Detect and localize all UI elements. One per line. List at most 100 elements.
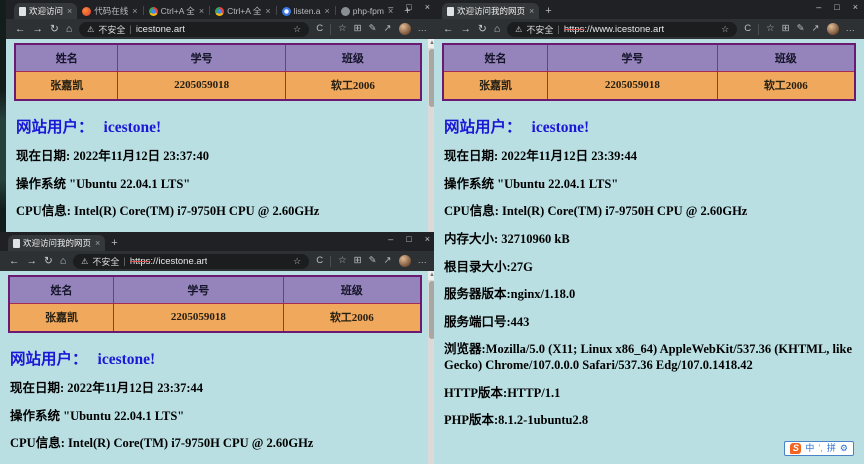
back-button[interactable]: ← (15, 24, 26, 35)
info-os: 操作系统 "Ubuntu 22.04.1 LTS" (10, 409, 422, 425)
tab-ctrl-a-2[interactable]: Ctrl+A 全 × (210, 3, 276, 19)
header-class: 班级 (283, 276, 421, 303)
copilot-icon[interactable]: C (316, 24, 323, 34)
tab-title: 欢迎访问我的网页 (457, 5, 525, 17)
tab-close-icon[interactable]: × (265, 6, 270, 16)
header-student-id: 学号 (118, 44, 285, 71)
close-button[interactable]: × (425, 2, 430, 12)
favorites-icon[interactable]: ☆ (338, 24, 347, 34)
collections-icon[interactable]: ⊞ (354, 256, 362, 266)
refresh-button[interactable]: ↻ (44, 256, 53, 267)
pill-separator: | (129, 24, 131, 35)
share-icon[interactable]: ↗ (384, 256, 392, 266)
info-cpu: CPU信息: Intel(R) Core(TM) i7-9750H CPU @ … (10, 436, 422, 452)
favorite-star-icon[interactable]: ☆ (293, 24, 301, 35)
cell-student-id: 2205059018 (548, 71, 718, 100)
tab-title: 代码在线 (94, 5, 128, 17)
more-menu-button[interactable]: … (846, 24, 856, 34)
tab-close-icon[interactable]: × (132, 6, 137, 16)
info-server-version: 服务器版本:nginx/1.18.0 (444, 287, 856, 303)
document-icon (19, 7, 26, 16)
cell-student-id: 2205059018 (118, 71, 285, 100)
address-bar[interactable]: ⚠ 不安全 | https://icestone.art ☆ (73, 254, 309, 269)
browser-toolbar: ← → ↻ ⌂ ⚠ 不安全 | https://icestone.art ☆ C… (0, 251, 436, 271)
cell-name: 张嘉凯 (15, 71, 118, 100)
home-button[interactable]: ⌂ (494, 24, 500, 35)
forward-button[interactable]: → (27, 256, 38, 267)
favorites-icon[interactable]: ☆ (338, 256, 347, 266)
maximize-button[interactable]: □ (834, 2, 839, 12)
info-os: 操作系统 "Ubuntu 22.04.1 LTS" (16, 177, 422, 193)
capture-icon[interactable]: ✎ (369, 24, 377, 34)
tab-ctrl-a-1[interactable]: Ctrl+A 全 × (144, 3, 210, 19)
back-button[interactable]: ← (9, 256, 20, 267)
not-secure-label: 不安全 (92, 255, 119, 268)
site-user-heading: 网站用户：icestone! (444, 115, 856, 137)
tab-close-icon[interactable]: × (95, 238, 100, 248)
collections-icon[interactable]: ⊞ (354, 24, 362, 34)
tab-title: Ctrl+A 全 (161, 5, 195, 17)
maximize-button[interactable]: □ (406, 2, 411, 12)
close-button[interactable]: × (853, 2, 858, 12)
input-mode-chinese[interactable]: 中 (805, 444, 814, 453)
pinyin-indicator[interactable]: 拼 (827, 444, 836, 453)
share-icon[interactable]: ↗ (812, 24, 820, 34)
more-menu-button[interactable]: … (418, 256, 428, 266)
forward-button[interactable]: → (461, 24, 472, 35)
address-bar[interactable]: ⚠ 不安全 | icestone.art ☆ (79, 22, 309, 37)
tab-close-icon[interactable]: × (199, 6, 204, 16)
capture-icon[interactable]: ✎ (797, 24, 805, 34)
punctuation-toggle[interactable]: ’, (818, 444, 823, 453)
info-server-port: 服务端口号:443 (444, 315, 856, 331)
copilot-icon[interactable]: C (744, 24, 751, 34)
favorites-icon[interactable]: ☆ (766, 24, 775, 34)
forward-button[interactable]: → (33, 24, 44, 35)
document-icon (13, 239, 20, 248)
tab-code-online[interactable]: 代码在线 × (77, 3, 142, 19)
address-bar[interactable]: ⚠ 不安全 | https://www.icestone.art ☆ (507, 22, 737, 37)
pill-separator: | (123, 256, 125, 267)
minimize-button[interactable]: – (388, 2, 393, 12)
tab-title: listen.a (294, 6, 321, 16)
profile-avatar[interactable] (399, 23, 411, 35)
header-name: 姓名 (9, 276, 114, 303)
gear-icon[interactable]: ⚙ (840, 444, 848, 453)
student-table: 姓名 学号 班级 张嘉凯 2205059018 软工2006 (14, 43, 422, 101)
tab-close-icon[interactable]: × (529, 6, 534, 16)
capture-icon[interactable]: ✎ (369, 256, 377, 266)
favorite-star-icon[interactable]: ☆ (293, 256, 301, 267)
favorite-star-icon[interactable]: ☆ (721, 24, 729, 35)
toolbar-separator (758, 24, 759, 35)
header-name: 姓名 (15, 44, 118, 71)
code-site-icon (82, 7, 91, 16)
tab-listen[interactable]: listen.a × (277, 3, 335, 19)
info-date: 现在日期: 2022年11月12日 23:39:44 (444, 149, 856, 165)
tab-title: php-fpm (353, 6, 384, 16)
minimize-button[interactable]: – (816, 2, 821, 12)
sogou-input-bar[interactable]: S 中 ’, 拼 ⚙ (784, 441, 854, 456)
profile-avatar[interactable] (827, 23, 839, 35)
share-icon[interactable]: ↗ (384, 24, 392, 34)
back-button[interactable]: ← (443, 24, 454, 35)
collections-icon[interactable]: ⊞ (782, 24, 790, 34)
copilot-icon[interactable]: C (316, 256, 323, 266)
tab-welcome[interactable]: 欢迎访问我的网页 × (442, 3, 539, 19)
tab-close-icon[interactable]: × (325, 6, 330, 16)
info-http-version: HTTP版本:HTTP/1.1 (444, 386, 856, 402)
new-tab-button[interactable]: + (545, 5, 551, 17)
tab-welcome[interactable]: 欢迎访问 × (14, 3, 77, 19)
profile-avatar[interactable] (399, 255, 411, 267)
more-menu-button[interactable]: … (418, 24, 428, 34)
info-php-version: PHP版本:8.1.2-1ubuntu2.8 (444, 413, 856, 429)
new-tab-button[interactable]: + (111, 237, 117, 249)
home-button[interactable]: ⌂ (66, 24, 72, 35)
page-content: 姓名 学号 班级 张嘉凯 2205059018 软工2006 网站用户：ices… (434, 39, 864, 464)
minimize-button[interactable]: – (388, 234, 393, 244)
close-button[interactable]: × (425, 234, 430, 244)
tab-welcome[interactable]: 欢迎访问我的网页 × (8, 235, 105, 251)
maximize-button[interactable]: □ (406, 234, 411, 244)
refresh-button[interactable]: ↻ (50, 24, 59, 35)
tab-close-icon[interactable]: × (67, 6, 72, 16)
home-button[interactable]: ⌂ (60, 256, 66, 267)
refresh-button[interactable]: ↻ (478, 24, 487, 35)
